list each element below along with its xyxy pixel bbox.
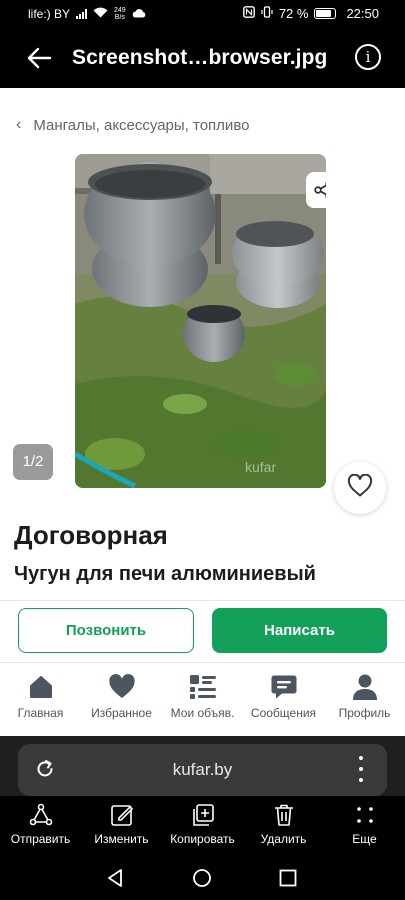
signal-icon xyxy=(76,9,88,19)
favorite-button[interactable] xyxy=(334,462,386,514)
share-photo-button[interactable] xyxy=(306,172,326,208)
bottom-tab-bar: Главная Избранное Мои объяв. Сообщения П… xyxy=(0,662,405,736)
browser-toolbar: kufar.by xyxy=(0,736,405,796)
listing-title: Чугун для печи алюминиевый xyxy=(14,563,316,585)
tab-messages[interactable]: Сообщения xyxy=(243,663,324,736)
browser-menu-icon[interactable] xyxy=(359,756,363,782)
tab-profile[interactable]: Профиль xyxy=(324,663,405,736)
file-title: Screenshot…browser.jpg xyxy=(72,46,328,69)
breadcrumb[interactable]: ‹ Мангалы, аксессуары, топливо xyxy=(16,116,249,134)
copy-action[interactable]: Копировать xyxy=(162,796,243,852)
price-label: Договорная xyxy=(14,520,168,550)
tab-home[interactable]: Главная xyxy=(0,663,81,736)
edit-icon xyxy=(110,802,134,828)
action-label: Отправить xyxy=(10,832,71,846)
wifi-icon xyxy=(93,7,108,21)
chevron-left-icon: ‹ xyxy=(16,116,22,133)
tab-label: Мои объяв. xyxy=(170,706,235,720)
listing-page: ‹ Мангалы, аксессуары, топливо kufar 1/2… xyxy=(0,88,405,736)
heart-outline-icon xyxy=(347,473,373,503)
tab-label: Главная xyxy=(17,706,64,720)
viewer-header: Screenshot…browser.jpg i xyxy=(0,30,405,88)
more-icon xyxy=(353,802,377,828)
send-action[interactable]: Отправить xyxy=(0,796,81,852)
nav-home-icon[interactable] xyxy=(192,868,212,888)
url-text: kufar.by xyxy=(172,760,233,779)
network-speed: 249 B/s xyxy=(114,7,126,21)
vibrate-icon xyxy=(261,6,273,21)
product-photo[interactable]: kufar xyxy=(75,154,326,488)
write-message-button[interactable]: Написать xyxy=(212,608,387,653)
action-label: Еще xyxy=(352,832,377,846)
tab-label: Сообщения xyxy=(250,706,317,720)
tab-label: Избранное xyxy=(91,706,152,720)
share-icon xyxy=(313,179,326,201)
photo-image: kufar xyxy=(75,154,326,488)
profile-icon xyxy=(350,672,380,702)
list-icon xyxy=(188,672,218,702)
trash-icon xyxy=(273,802,295,828)
tab-my-ads[interactable]: Мои объяв. xyxy=(162,663,243,736)
action-label: Изменить xyxy=(94,832,149,846)
more-action[interactable]: Еще xyxy=(324,796,405,852)
status-bar: life:) BY 249 B/s 72 % 22:50 xyxy=(0,0,405,30)
system-nav-bar xyxy=(0,852,405,900)
nav-recents-icon[interactable] xyxy=(278,868,298,888)
cloud-icon xyxy=(132,7,146,21)
back-arrow-icon[interactable] xyxy=(26,44,54,72)
clock: 22:50 xyxy=(346,6,379,21)
battery-percent: 72 % xyxy=(278,6,309,21)
copy-icon xyxy=(191,802,215,828)
image-action-bar: Отправить Изменить Копировать Удалить Ещ… xyxy=(0,796,405,852)
call-button[interactable]: Позвонить xyxy=(18,608,194,653)
tab-label: Профиль xyxy=(338,706,391,720)
tab-favorites[interactable]: Избранное xyxy=(81,663,162,736)
photo-counter: 1/2 xyxy=(13,444,53,480)
photo-watermark: kufar xyxy=(245,459,276,475)
share-icon xyxy=(29,802,53,828)
nfc-icon xyxy=(242,6,255,21)
info-icon[interactable]: i xyxy=(355,44,381,70)
heart-icon xyxy=(107,672,137,702)
nav-back-icon[interactable] xyxy=(106,868,126,888)
chat-icon xyxy=(269,672,299,702)
battery-icon xyxy=(314,8,337,19)
breadcrumb-label: Мангалы, аксессуары, топливо xyxy=(33,116,250,134)
divider xyxy=(0,600,405,601)
address-bar[interactable]: kufar.by xyxy=(18,744,387,796)
delete-action[interactable]: Удалить xyxy=(243,796,324,852)
carrier-name: life:) BY xyxy=(28,7,71,21)
action-label: Копировать xyxy=(170,832,235,846)
edit-action[interactable]: Изменить xyxy=(81,796,162,852)
action-label: Удалить xyxy=(260,832,307,846)
home-icon xyxy=(26,672,56,702)
